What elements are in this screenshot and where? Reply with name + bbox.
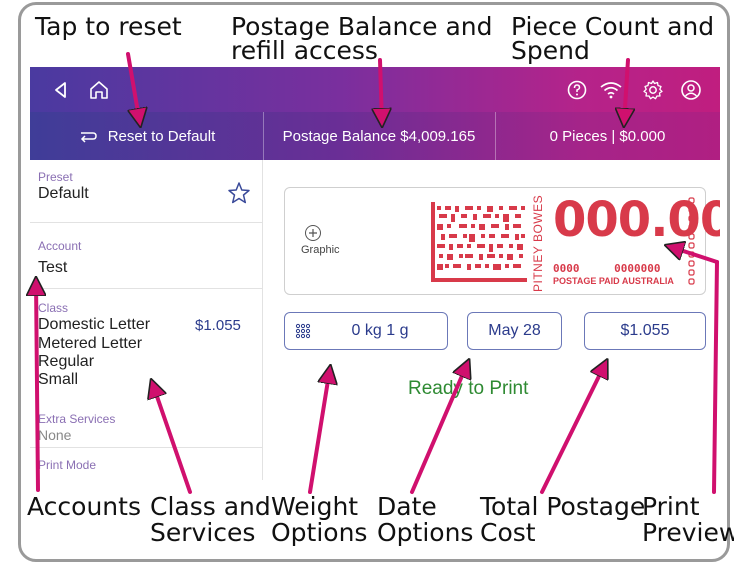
arrow-tap-reset bbox=[126, 52, 140, 124]
arrow-print-preview-stem bbox=[712, 260, 719, 494]
arrow-weight bbox=[308, 368, 330, 494]
arrow-accounts bbox=[36, 280, 38, 492]
arrow-date bbox=[410, 362, 468, 494]
annotation-arrows bbox=[0, 52, 719, 494]
arrow-class-services bbox=[152, 382, 192, 494]
arrow-print-preview-head bbox=[668, 246, 719, 264]
arrow-postage-balance bbox=[380, 58, 382, 124]
arrow-total bbox=[540, 362, 606, 494]
arrow-piece-count bbox=[624, 58, 628, 124]
